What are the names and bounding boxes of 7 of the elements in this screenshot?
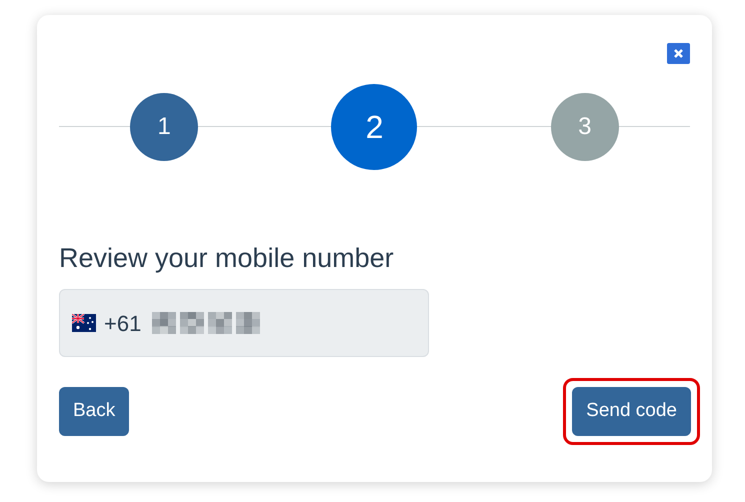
australia-flag-icon	[72, 314, 96, 332]
phone-field[interactable]: +61	[59, 289, 429, 357]
back-button[interactable]: Back	[59, 387, 130, 436]
send-code-button[interactable]: Send code	[572, 387, 691, 436]
close-icon[interactable]	[667, 43, 690, 64]
country-code: +61	[104, 310, 142, 338]
heading: Review your mobile number	[59, 242, 395, 274]
